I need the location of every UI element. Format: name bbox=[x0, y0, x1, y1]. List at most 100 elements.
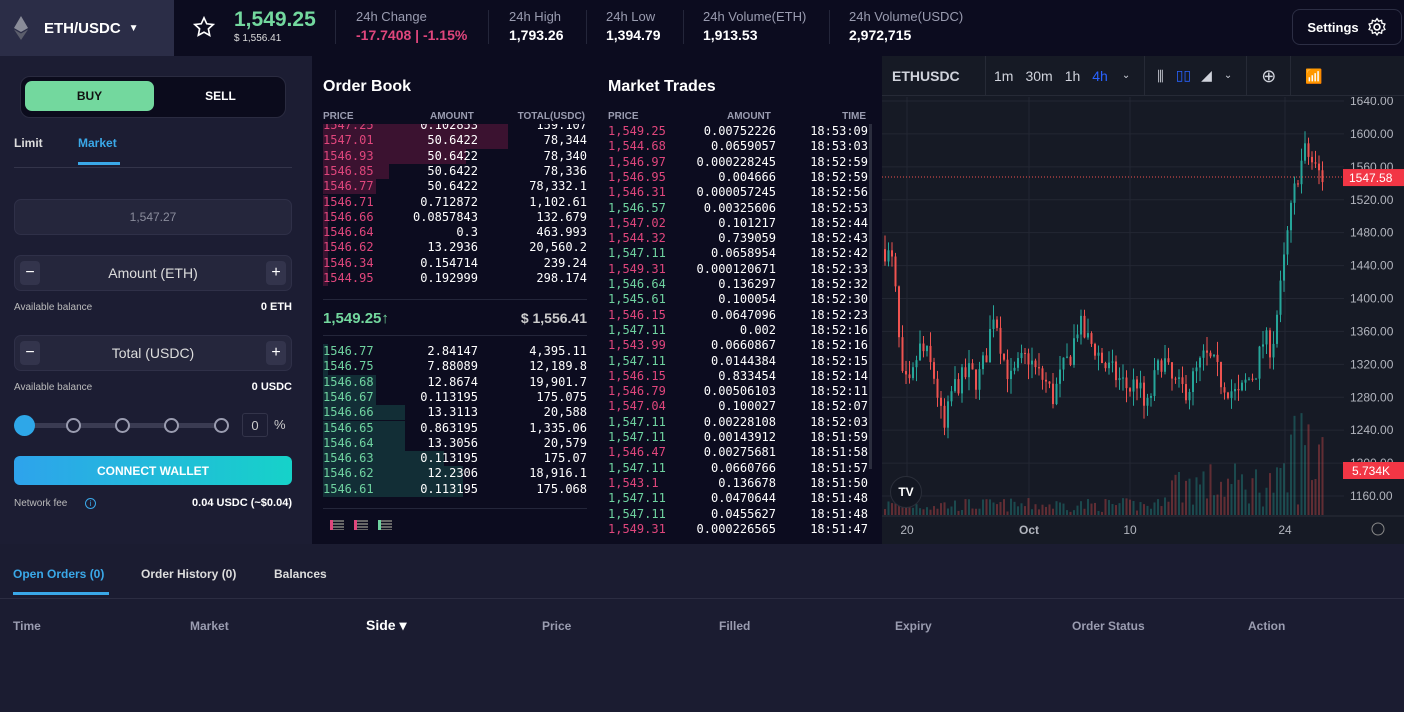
column-header[interactable]: Side ▾ bbox=[366, 617, 406, 634]
slider-step-50[interactable] bbox=[115, 418, 130, 433]
order-book-row[interactable]: 1546.66 13.3113 20,588 bbox=[323, 405, 587, 421]
chevron-down-icon[interactable]: ⌄ bbox=[1224, 70, 1232, 81]
volume-bar bbox=[1017, 506, 1019, 515]
trade-price: 1,547.11 bbox=[608, 322, 666, 337]
amount-eth-input[interactable]: − Amount (ETH) + bbox=[14, 255, 292, 291]
volume-bar bbox=[1199, 484, 1201, 515]
order-book-row[interactable]: 1547.25 0.102853 159.107 bbox=[323, 124, 587, 134]
trade-amount: 0.100027 bbox=[718, 399, 776, 414]
order-book-row[interactable]: 1544.95 0.192999 298.174 bbox=[323, 271, 587, 287]
tab-open-orders[interactable]: Open Orders (0) bbox=[13, 567, 104, 581]
view-both-icon[interactable] bbox=[330, 520, 344, 530]
candlestick-icon[interactable]: ▯▯ bbox=[1176, 67, 1191, 84]
order-book-row[interactable]: 1546.66 0.0857843 132.679 bbox=[323, 209, 587, 226]
order-book-row[interactable]: 1546.65 0.863195 1,335.06 bbox=[323, 420, 587, 436]
volume-bar bbox=[1174, 474, 1177, 515]
active-tab-indicator bbox=[78, 162, 120, 165]
order-book-row[interactable]: 1546.62 12.2306 18,916.1 bbox=[323, 466, 587, 482]
candle-body bbox=[1286, 230, 1289, 255]
settings-button[interactable]: Settings bbox=[1292, 9, 1402, 45]
candle-body bbox=[1237, 389, 1240, 391]
decrement-amount-button[interactable]: − bbox=[20, 261, 40, 285]
tab-market[interactable]: Market bbox=[78, 136, 117, 150]
trades-list: 1,549.25 0.00752226 18:53:09 1,544.68 0.0659… bbox=[608, 124, 868, 538]
order-book-row[interactable]: 1546.85 50.6422 78,336 bbox=[323, 163, 587, 180]
connect-wallet-button[interactable]: CONNECT WALLET bbox=[14, 456, 292, 485]
chart-settings-icon[interactable] bbox=[1371, 522, 1385, 536]
order-book-row[interactable]: 1546.71 0.712872 1,102.61 bbox=[323, 194, 587, 210]
order-book-row[interactable]: 1546.64 0.3 463.993 bbox=[323, 225, 587, 241]
trade-price: 1,547.11 bbox=[608, 353, 666, 368]
interval-1m[interactable]: 1m bbox=[994, 68, 1013, 84]
pair-selector[interactable]: ETH/USDC ▼ bbox=[0, 0, 174, 56]
candlestick-chart[interactable]: 1640.001600.001560.001520.001480.001440.… bbox=[882, 97, 1404, 544]
volume-bar bbox=[968, 499, 970, 515]
order-book-row[interactable]: 1546.63 0.113195 175.07 bbox=[323, 451, 587, 467]
order-book-row[interactable]: 1547.01 50.6422 78,344 bbox=[323, 133, 587, 149]
slider-step-100[interactable] bbox=[214, 418, 229, 433]
order-book-row[interactable]: 1546.77 2.84147 4,395.11 bbox=[323, 344, 587, 360]
view-asks-icon[interactable] bbox=[354, 520, 368, 530]
candle-body bbox=[1227, 392, 1229, 399]
total-usdc-input[interactable]: − Total (USDC) + bbox=[14, 335, 292, 371]
trade-amount: 0.000120671 bbox=[696, 261, 776, 276]
slider-step-75[interactable] bbox=[164, 418, 179, 433]
order-book-row[interactable]: 1546.64 13.3056 20,579 bbox=[323, 435, 587, 452]
percent-input[interactable]: 0 bbox=[242, 413, 268, 437]
view-bids-icon[interactable] bbox=[378, 520, 392, 530]
interval-30m[interactable]: 30m bbox=[1025, 68, 1052, 84]
volume-bar bbox=[1003, 499, 1005, 515]
order-book-row[interactable]: 1546.93 50.6422 78,340 bbox=[323, 148, 587, 164]
trade-row: 1,546.79 0.00506103 18:52:11 bbox=[608, 384, 868, 399]
trade-time: 18:51:59 bbox=[810, 430, 868, 444]
tradingview-logo[interactable]: TV bbox=[890, 476, 922, 508]
increment-amount-button[interactable]: + bbox=[266, 261, 286, 285]
order-book-row[interactable]: 1546.67 0.113195 175.075 bbox=[323, 389, 587, 406]
scrollbar[interactable] bbox=[869, 124, 872, 469]
indicators-icon[interactable]: 📶 bbox=[1290, 55, 1323, 96]
candle-body bbox=[1255, 378, 1257, 380]
volume-bar bbox=[943, 502, 946, 515]
trade-row: 1,547.04 0.100027 18:52:07 bbox=[608, 399, 868, 414]
last-price: 1,549.25 bbox=[234, 8, 316, 31]
add-indicator-icon[interactable]: ⊕ bbox=[1246, 55, 1276, 96]
slider-step-25[interactable] bbox=[66, 418, 81, 433]
y-tick-label: 1400.00 bbox=[1350, 292, 1394, 306]
info-icon[interactable]: i bbox=[85, 498, 96, 509]
stat-24h-volume-eth: 24h Volume(ETH) 1,913.53 bbox=[703, 9, 807, 43]
decrement-total-button[interactable]: − bbox=[20, 341, 40, 365]
bar-chart-icon[interactable]: ⫼ bbox=[1144, 55, 1164, 96]
order-book-row[interactable]: 1546.68 12.8674 19,901.7 bbox=[323, 374, 587, 390]
order-book-row[interactable]: 1546.61 0.113195 175.068 bbox=[323, 481, 587, 497]
order-book-row[interactable]: 1546.62 13.2936 20,560.2 bbox=[323, 240, 587, 256]
increment-total-button[interactable]: + bbox=[266, 341, 286, 365]
candle-body bbox=[961, 367, 963, 394]
interval-4h[interactable]: 4h bbox=[1092, 68, 1108, 84]
volume-bar bbox=[1178, 472, 1180, 515]
order-book-row[interactable]: 1546.77 50.6422 78,332.1 bbox=[323, 179, 587, 195]
favorite-star-icon[interactable] bbox=[193, 16, 215, 38]
tab-balances[interactable]: Balances bbox=[274, 567, 327, 581]
trade-price: 1,547.11 bbox=[608, 430, 666, 444]
chevron-down-icon[interactable]: ⌄ bbox=[1122, 70, 1130, 81]
chart-toolbar: ETHUSDC 1m 30m 1h 4h ⌄ ⫼ ▯▯ ◢ ⌄ ⊕ 📶 bbox=[882, 55, 1404, 96]
percent-slider-handle[interactable] bbox=[14, 415, 35, 436]
trade-time: 18:52:56 bbox=[810, 185, 868, 200]
interval-1h[interactable]: 1h bbox=[1065, 68, 1081, 84]
order-book-row[interactable]: 1546.75 7.88089 12,189.8 bbox=[323, 359, 587, 375]
candle-body bbox=[1101, 352, 1103, 364]
tab-order-history[interactable]: Order History (0) bbox=[141, 567, 236, 581]
trade-row: 1,547.02 0.101217 18:52:44 bbox=[608, 216, 868, 231]
buy-button[interactable]: BUY bbox=[25, 81, 154, 111]
trade-row: 1,549.31 0.000120671 18:52:33 bbox=[608, 262, 868, 277]
candle-body bbox=[1304, 143, 1306, 161]
sell-button[interactable]: SELL bbox=[156, 81, 285, 111]
trade-row: 1,546.64 0.136297 18:52:32 bbox=[608, 277, 868, 292]
price-field[interactable]: 1,547.27 bbox=[14, 199, 292, 235]
chart-symbol[interactable]: ETHUSDC bbox=[882, 55, 986, 96]
candle-body bbox=[1185, 384, 1187, 401]
tab-limit[interactable]: Limit bbox=[14, 136, 43, 150]
area-chart-icon[interactable]: ◢ bbox=[1201, 67, 1212, 84]
order-book-row[interactable]: 1546.34 0.154714 239.24 bbox=[323, 255, 587, 271]
trade-price: 1,549.31 bbox=[608, 261, 666, 276]
